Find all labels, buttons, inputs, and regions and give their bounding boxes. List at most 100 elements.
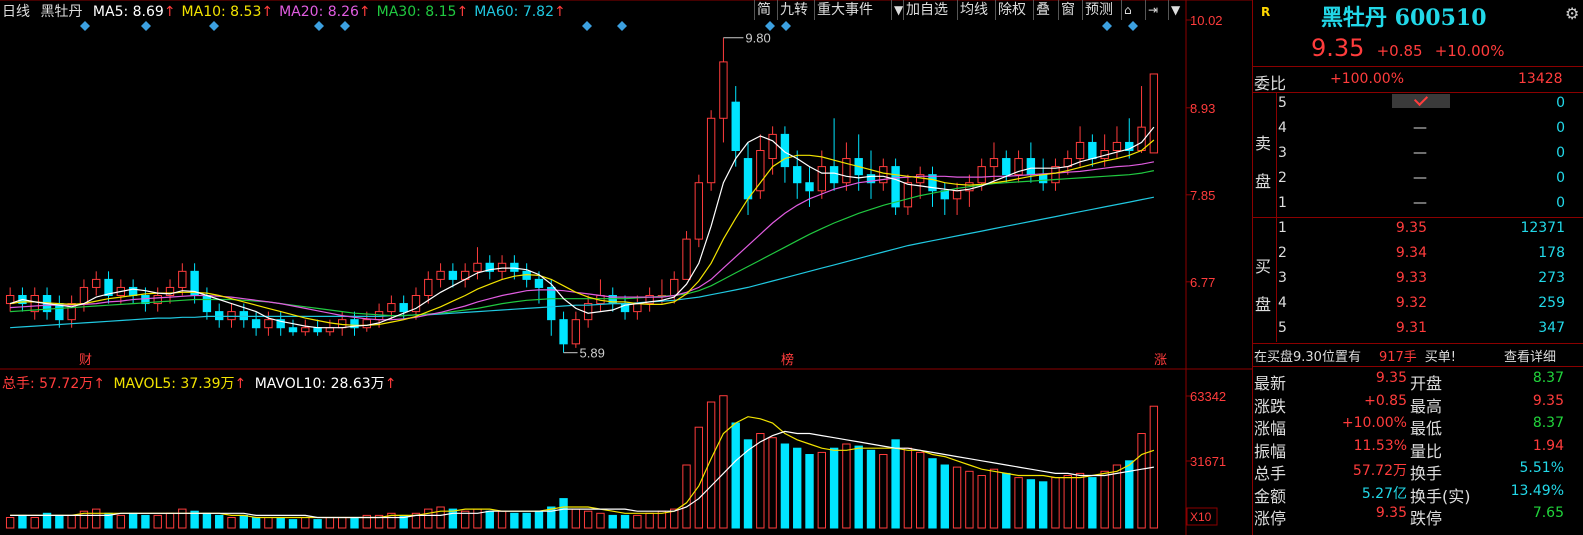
level-num: 5 — [1278, 95, 1287, 111]
volume-bar — [325, 517, 335, 529]
volume-bar — [1051, 477, 1060, 529]
volume-bar — [916, 451, 925, 529]
order-price: 9.35 — [1395, 220, 1427, 236]
detail-link[interactable]: 查看详细 — [1504, 346, 1556, 365]
price-change: +0.85 — [1376, 42, 1423, 60]
stat-label: 振幅 — [1254, 441, 1287, 461]
ma5-line — [9, 126, 1155, 329]
candle-body — [1026, 158, 1036, 176]
mavol5-label: MAVOL5: 37.39万 — [113, 376, 235, 392]
more-icon[interactable]: ▼ — [1168, 0, 1182, 20]
order-price: 9.31 — [1395, 320, 1427, 336]
volume-bar — [55, 514, 64, 529]
ma30-line — [10, 170, 1155, 317]
gear-icon[interactable]: ⚙ — [1565, 4, 1579, 23]
order-volume: 259 — [1538, 295, 1565, 311]
candle-body — [940, 190, 949, 200]
stat-value: +10.00% — [1341, 415, 1407, 431]
volume-bar — [903, 447, 913, 529]
stat-value: 9.35 — [1375, 370, 1407, 386]
dropdown-icon[interactable]: ▼ — [891, 0, 905, 20]
ma-legend-item: MA20: 8.26 — [279, 4, 359, 20]
candle-body — [706, 117, 716, 184]
toolbar-button[interactable]: 简 — [754, 0, 773, 20]
level-num: 1 — [1278, 195, 1287, 211]
ma-legend: MA5: 8.69↑ MA10: 8.53↑ MA20: 8.26↑ MA30: 8.… — [92, 4, 566, 20]
candle-body — [743, 158, 753, 200]
level-num: 2 — [1278, 170, 1287, 186]
event-diamond-icon — [765, 21, 775, 31]
candle-body — [251, 319, 261, 329]
event-diamond-icon — [314, 21, 324, 31]
price-tick-label: 7.85 — [1190, 188, 1215, 203]
high-label: 9.80 — [745, 31, 770, 46]
volume-bar — [952, 466, 962, 529]
stat-value: 5.51% — [1519, 460, 1564, 476]
toolbar-button[interactable]: 九转 — [777, 0, 810, 20]
order-row: 4 — 0 — [1278, 120, 1583, 142]
candle-body — [633, 303, 642, 313]
volume-bar — [756, 433, 765, 529]
price-change-pct: +10.00% — [1434, 42, 1505, 60]
volume-bar — [866, 449, 876, 529]
candle-body — [399, 303, 408, 313]
toolbar-button[interactable]: 除权 — [995, 0, 1028, 20]
volume-bar — [1112, 464, 1122, 529]
order-price: — — [1413, 195, 1427, 211]
order-row: 50 — [1278, 95, 1583, 117]
event-diamond-icon — [617, 21, 627, 31]
stat-label: 涨幅 — [1254, 419, 1287, 438]
volume-bar — [1014, 477, 1023, 529]
volume-bar — [5, 517, 15, 529]
volume-bar — [473, 508, 482, 529]
candle-body — [534, 278, 544, 288]
order-row: 2 — 0 — [1278, 170, 1583, 192]
candle-body — [264, 319, 273, 329]
stat-label: 最低 — [1410, 419, 1443, 438]
candle-body — [829, 166, 839, 184]
order-volume: 273 — [1538, 270, 1565, 286]
ma-legend-item: MA10: 8.53 — [181, 4, 262, 20]
toolbar-button[interactable]: 均线 — [957, 0, 990, 20]
candle-body — [571, 319, 581, 345]
candle-body — [694, 182, 704, 240]
volume-bar — [128, 512, 138, 529]
order-volume: 0 — [1556, 145, 1565, 161]
volume-bar — [67, 514, 76, 529]
candle-body — [682, 238, 691, 280]
candle-body — [301, 327, 310, 333]
event-diamond-icon — [1128, 21, 1138, 31]
candle-body — [1051, 166, 1060, 184]
toolbar-button[interactable]: 叠 — [1033, 0, 1052, 20]
stat-label: 跌停 — [1410, 509, 1443, 528]
candle-body — [178, 270, 187, 288]
toolbar-button[interactable]: 窗 — [1058, 0, 1077, 20]
volume-bar — [731, 422, 740, 529]
stat-value: 8.37 — [1532, 370, 1564, 386]
expand-icon[interactable]: ⇥ — [1145, 0, 1160, 20]
toolbar-button[interactable]: 重大事件 — [814, 0, 875, 20]
home-icon[interactable]: ⌂ — [1121, 0, 1134, 20]
kline-chart[interactable]: 10.02 8.93 7.85 6.77 63342 31671 X10 9.80 5.89 财 榜… — [0, 0, 1252, 535]
volume-bar — [276, 517, 285, 529]
ma60-line — [10, 196, 1155, 329]
candle-body — [756, 150, 765, 192]
stat-label: 涨跌 — [1254, 396, 1287, 416]
volume-bar — [30, 517, 39, 529]
order-notice: 在买盘9.30位置有 917手 买单! — [1254, 350, 1456, 365]
order-row: 1 — 0 — [1278, 195, 1583, 217]
stat-value: 5.27亿 — [1361, 485, 1407, 502]
volume-bar — [251, 517, 261, 529]
toolbar-button[interactable]: 加自选 — [903, 0, 950, 20]
candle-body — [215, 311, 224, 321]
stat-value: 8.37 — [1532, 415, 1564, 431]
volume-bar — [178, 508, 187, 529]
stat-label: 总手 — [1254, 464, 1287, 483]
weibi-value: +100.00% — [1330, 71, 1405, 87]
order-row: 1 9.35 12371 — [1278, 220, 1583, 242]
stat-value: 11.53% — [1353, 437, 1407, 454]
volume-bar — [1002, 472, 1011, 529]
weibi-label: 委比 — [1254, 74, 1287, 93]
candle-body — [202, 295, 212, 313]
toolbar-button[interactable]: 预测 — [1082, 0, 1115, 20]
